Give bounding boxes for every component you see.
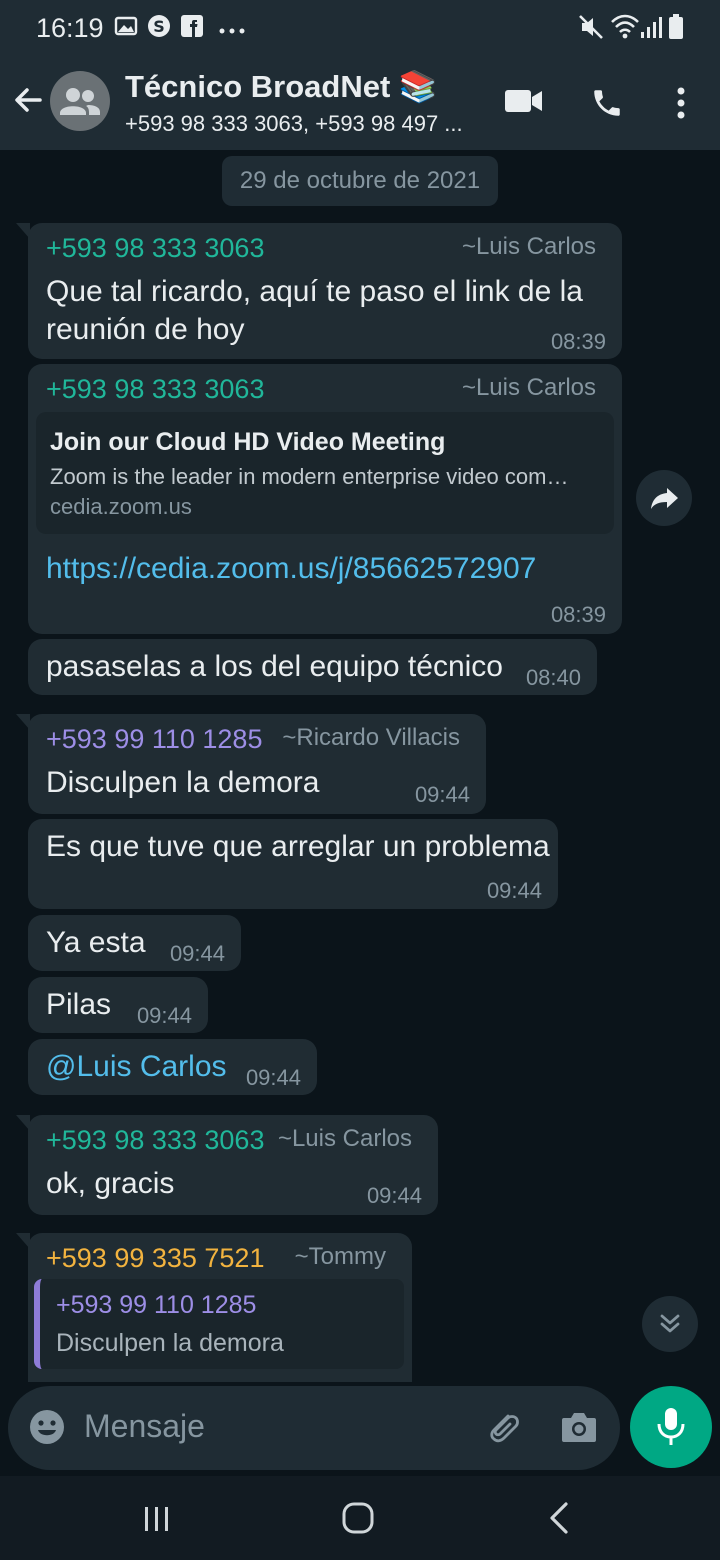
message-bubble[interactable]: Ya esta 09:44: [28, 915, 241, 971]
sender-number[interactable]: +593 98 333 3063: [46, 1125, 264, 1156]
message-time: 09:44: [245, 1065, 301, 1090]
message-bubble[interactable]: Es que tuve que arreglar un problema 09:…: [28, 819, 558, 909]
chat-area[interactable]: 29 de octubre de 2021 +593 98 333 3063 ~…: [0, 150, 720, 1382]
message-bubble[interactable]: +593 98 333 3063 ~Luis Carlos Join our C…: [28, 364, 622, 634]
message-bubble[interactable]: +593 99 335 7521 ~Tommy +593 99 110 1285…: [16, 1233, 412, 1382]
group-avatar-icon[interactable]: [50, 71, 110, 131]
system-nav-bar: [0, 1476, 720, 1560]
input-placeholder: Mensaje: [84, 1408, 205, 1444]
message-text: pasaselas a los del equipo técnico: [46, 650, 503, 683]
message-bubble[interactable]: Pilas 09:44: [28, 977, 208, 1033]
message-time: 08:39: [550, 329, 606, 354]
sender-name: ~Luis Carlos: [461, 233, 596, 260]
facebook-icon: [180, 14, 204, 43]
message-time: 09:44: [136, 1003, 192, 1028]
signal-icon: [640, 14, 662, 45]
sender-number[interactable]: +593 99 335 7521: [46, 1243, 264, 1274]
preview-description: Zoom is the leader in modern enterprise …: [50, 464, 569, 489]
message-time: 09:44: [414, 782, 470, 807]
message-bubble[interactable]: +593 98 333 3063 ~Luis Carlos Que tal ri…: [16, 223, 622, 359]
status-time: 16:19: [36, 13, 104, 43]
phone-call-icon[interactable]: [590, 86, 624, 125]
sender-number[interactable]: +593 98 333 3063: [46, 233, 264, 264]
wifi-icon: [610, 14, 640, 45]
message-bubble[interactable]: pasaselas a los del equipo técnico 08:40: [28, 639, 597, 695]
message-composer: Mensaje: [0, 1382, 720, 1476]
recent-apps-icon[interactable]: [143, 1506, 171, 1537]
mute-icon: [578, 14, 604, 45]
message-text: Que tal ricardo, aquí te paso el link de…: [46, 275, 583, 308]
message-input[interactable]: Mensaje: [8, 1386, 620, 1470]
video-call-icon[interactable]: [504, 88, 544, 119]
scroll-to-bottom-button[interactable]: [642, 1296, 698, 1352]
svg-text:S: S: [153, 17, 165, 36]
message-text: Disculpen la demora: [46, 766, 320, 799]
link-preview[interactable]: Join our Cloud HD Video Meeting Zoom is …: [36, 412, 614, 534]
message-time: 09:44: [366, 1183, 422, 1208]
mention-link[interactable]: @Luis Carlos: [46, 1048, 227, 1086]
sender-name: ~Luis Carlos: [277, 1125, 412, 1152]
message-text: reunión de hoy: [46, 313, 245, 346]
chat-header: Técnico BroadNet 📚 +593 98 333 3063, +59…: [0, 56, 720, 150]
message-text: Es que tuve que arreglar un problema: [46, 830, 550, 863]
sender-number[interactable]: +593 98 333 3063: [46, 374, 264, 405]
back-arrow-icon[interactable]: [10, 82, 46, 123]
chat-title[interactable]: Técnico BroadNet 📚: [125, 68, 437, 105]
nav-back-icon[interactable]: [548, 1502, 570, 1539]
mic-button[interactable]: [630, 1386, 712, 1468]
message-bubble[interactable]: +593 99 110 1285 ~Ricardo Villacis Discu…: [16, 714, 486, 814]
message-time: 08:39: [550, 602, 606, 627]
message-bubble[interactable]: @Luis Carlos 09:44: [28, 1039, 317, 1095]
message-text: Ya esta: [46, 926, 146, 959]
double-chevron-down-icon: [658, 1312, 682, 1341]
message-text: Pilas: [46, 988, 112, 1021]
gallery-icon: [114, 14, 138, 43]
chat-participants[interactable]: +593 98 333 3063, +593 98 497 ...: [125, 111, 463, 137]
home-icon[interactable]: [342, 1502, 374, 1539]
more-dots-icon: [218, 22, 246, 40]
message-bubble[interactable]: +593 98 333 3063 ~Luis Carlos ok, gracis…: [16, 1115, 438, 1215]
message-time: 09:44: [486, 878, 542, 903]
quoted-message[interactable]: +593 99 110 1285 Disculpen la demora: [34, 1279, 404, 1369]
sender-name: ~Luis Carlos: [461, 374, 596, 401]
quoted-text: Disculpen la demora: [56, 1329, 284, 1357]
skype-icon: S: [147, 14, 171, 43]
forward-icon: [650, 486, 680, 515]
status-bar: 16:19 S: [0, 0, 720, 56]
message-time: 09:44: [169, 941, 225, 966]
preview-host: cedia.zoom.us: [50, 494, 192, 519]
quoted-sender: +593 99 110 1285: [56, 1291, 257, 1319]
preview-title: Join our Cloud HD Video Meeting: [50, 428, 446, 456]
camera-icon[interactable]: [560, 1410, 598, 1449]
date-chip: 29 de octubre de 2021: [222, 156, 498, 206]
sender-name: ~Tommy: [294, 1243, 386, 1270]
battery-icon: [668, 14, 684, 45]
sender-name: ~Ricardo Villacis: [282, 724, 460, 751]
mic-icon: [655, 1406, 687, 1453]
emoji-icon[interactable]: [28, 1408, 66, 1451]
sender-number[interactable]: +593 99 110 1285: [46, 724, 262, 755]
message-text: ok, gracis: [46, 1167, 175, 1200]
message-time: 08:40: [525, 665, 581, 690]
attach-icon[interactable]: [484, 1408, 522, 1451]
message-link[interactable]: https://cedia.zoom.us/j/85662572907: [46, 552, 536, 586]
forward-button[interactable]: [636, 470, 692, 526]
menu-dots-icon[interactable]: [676, 86, 686, 125]
